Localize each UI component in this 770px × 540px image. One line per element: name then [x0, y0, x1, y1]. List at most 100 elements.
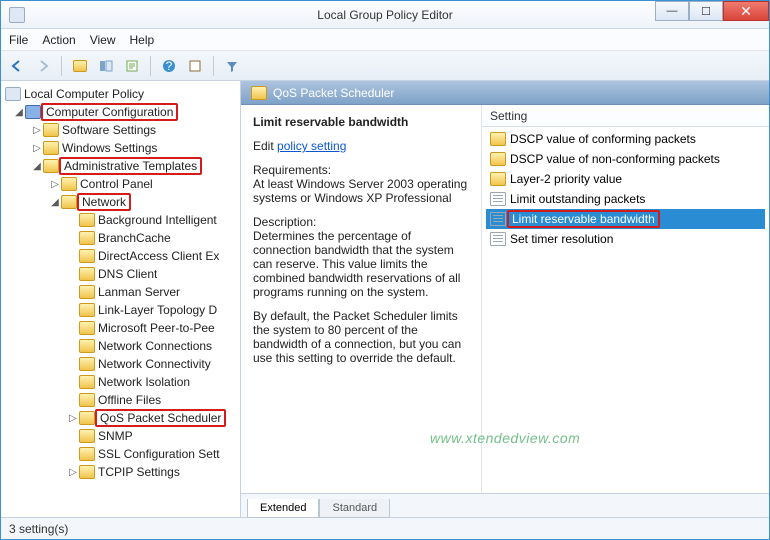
tree-label: Link-Layer Topology D — [98, 303, 217, 317]
tree-pane[interactable]: Local Computer Policy ◢ Computer Configu… — [1, 81, 241, 517]
export-button[interactable] — [120, 54, 144, 78]
tree-label: QoS Packet Scheduler — [100, 411, 221, 425]
close-button[interactable]: ✕ — [723, 1, 769, 21]
tree-item[interactable]: BranchCache — [1, 229, 240, 247]
settings-row[interactable]: Layer-2 priority value — [486, 169, 765, 189]
tab-standard[interactable]: Standard — [319, 499, 390, 518]
maximize-button[interactable]: ☐ — [689, 1, 723, 21]
collapse-icon[interactable]: ◢ — [13, 107, 25, 118]
tree-label: Offline Files — [98, 393, 161, 407]
tree-item[interactable]: Microsoft Peer-to-Pee — [1, 319, 240, 337]
folder-icon — [79, 231, 95, 245]
expand-icon[interactable]: ▷ — [31, 125, 43, 136]
tree-item[interactable]: DirectAccess Client Ex — [1, 247, 240, 265]
tree-label: Background Intelligent — [98, 213, 217, 227]
folder-icon — [79, 411, 95, 425]
tree-item[interactable]: SNMP — [1, 427, 240, 445]
tree-label: Lanman Server — [98, 285, 180, 299]
tree-item[interactable]: Link-Layer Topology D — [1, 301, 240, 319]
tree-item[interactable]: Network Connections — [1, 337, 240, 355]
tree-label: DirectAccess Client Ex — [98, 249, 219, 263]
expand-icon[interactable]: ▷ — [67, 413, 79, 424]
content-header: QoS Packet Scheduler — [241, 81, 769, 105]
folder-icon — [79, 267, 95, 281]
settings-row[interactable]: DSCP value of conforming packets — [486, 129, 765, 149]
tree-item-windows-settings[interactable]: ▷ Windows Settings — [1, 139, 240, 157]
description: Description: Determines the percentage o… — [253, 215, 469, 299]
tree-root[interactable]: Local Computer Policy — [1, 85, 240, 103]
setting-label: Layer-2 priority value — [510, 172, 622, 186]
tree-label: TCPIP Settings — [98, 465, 180, 479]
expand-icon[interactable]: ▷ — [67, 467, 79, 478]
collapse-icon[interactable]: ◢ — [49, 197, 61, 208]
show-hide-tree-button[interactable] — [94, 54, 118, 78]
settings-row[interactable]: Set timer resolution — [486, 229, 765, 249]
tree-label: Microsoft Peer-to-Pee — [98, 321, 215, 335]
tab-extended[interactable]: Extended — [247, 499, 319, 518]
tree-item[interactable]: Offline Files — [1, 391, 240, 409]
forward-button[interactable] — [31, 54, 55, 78]
folder-icon — [79, 285, 95, 299]
menu-action[interactable]: Action — [42, 33, 75, 47]
tree-item[interactable]: Lanman Server — [1, 283, 240, 301]
settings-row[interactable]: DSCP value of non-conforming packets — [486, 149, 765, 169]
tree-item-software-settings[interactable]: ▷ Software Settings — [1, 121, 240, 139]
status-bar: 3 setting(s) — [1, 517, 769, 539]
expand-icon[interactable]: ▷ — [49, 179, 61, 190]
tree-item-network[interactable]: ◢ Network — [1, 193, 240, 211]
folder-icon — [79, 303, 95, 317]
tree-label: Computer Configuration — [46, 105, 173, 119]
settings-row[interactable]: Limit reservable bandwidth — [486, 209, 765, 229]
tree-label: SSL Configuration Sett — [98, 447, 220, 461]
back-button[interactable] — [5, 54, 29, 78]
tree-item[interactable]: DNS Client — [1, 265, 240, 283]
setting-label: Limit reservable bandwidth — [512, 212, 655, 226]
details-pane: Limit reservable bandwidth Edit policy s… — [241, 105, 481, 493]
settings-list-pane: Setting DSCP value of conforming packets… — [481, 105, 769, 493]
setting-icon — [490, 212, 506, 226]
requirements-label: Requirements: — [253, 163, 469, 177]
expand-icon[interactable]: ▷ — [31, 143, 43, 154]
tree-label: Control Panel — [80, 177, 153, 191]
tree-item-administrative-templates[interactable]: ◢ Administrative Templates — [1, 157, 240, 175]
tree-item-computer-configuration[interactable]: ◢ Computer Configuration — [1, 103, 240, 121]
tree-item[interactable]: SSL Configuration Sett — [1, 445, 240, 463]
folder-icon — [79, 465, 95, 479]
tree-label: Local Computer Policy — [24, 87, 144, 101]
tree-item[interactable]: ▷ TCPIP Settings — [1, 463, 240, 481]
folder-icon — [43, 141, 59, 155]
window-buttons: — ☐ ✕ — [655, 1, 769, 21]
up-button[interactable] — [68, 54, 92, 78]
view-tabs: Extended Standard — [241, 493, 769, 517]
menu-view[interactable]: View — [90, 33, 116, 47]
settings-row[interactable]: Limit outstanding packets — [486, 189, 765, 209]
tree-item[interactable]: ▷ QoS Packet Scheduler — [1, 409, 240, 427]
tree-item[interactable]: Background Intelligent — [1, 211, 240, 229]
tree-item-control-panel[interactable]: ▷ Control Panel — [1, 175, 240, 193]
setting-label: DSCP value of non-conforming packets — [510, 152, 720, 166]
filter-button[interactable] — [220, 54, 244, 78]
tree-label: SNMP — [98, 429, 133, 443]
column-header-setting[interactable]: Setting — [482, 105, 769, 127]
tree-item[interactable]: Network Isolation — [1, 373, 240, 391]
collapse-icon[interactable]: ◢ — [31, 161, 43, 172]
setting-label: DSCP value of conforming packets — [510, 132, 696, 146]
setting-icon — [490, 192, 506, 206]
tree-label: Network — [82, 195, 126, 209]
folder-icon — [79, 375, 95, 389]
tree-item[interactable]: Network Connectivity — [1, 355, 240, 373]
settings-list[interactable]: DSCP value of conforming packets DSCP val… — [482, 127, 769, 493]
folder-icon — [490, 132, 506, 146]
menu-file[interactable]: File — [9, 33, 28, 47]
content-split: Limit reservable bandwidth Edit policy s… — [241, 105, 769, 493]
minimize-button[interactable]: — — [655, 1, 689, 21]
help-button[interactable]: ? — [157, 54, 181, 78]
setting-label: Limit outstanding packets — [510, 192, 645, 206]
menu-help[interactable]: Help — [130, 33, 155, 47]
folder-icon — [79, 357, 95, 371]
titlebar: Local Group Policy Editor — ☐ ✕ — [1, 1, 769, 29]
properties-button[interactable] — [183, 54, 207, 78]
description-text-2: By default, the Packet Scheduler limits … — [253, 309, 469, 365]
toolbar: ? — [1, 51, 769, 81]
edit-policy-link[interactable]: policy setting — [277, 139, 346, 153]
